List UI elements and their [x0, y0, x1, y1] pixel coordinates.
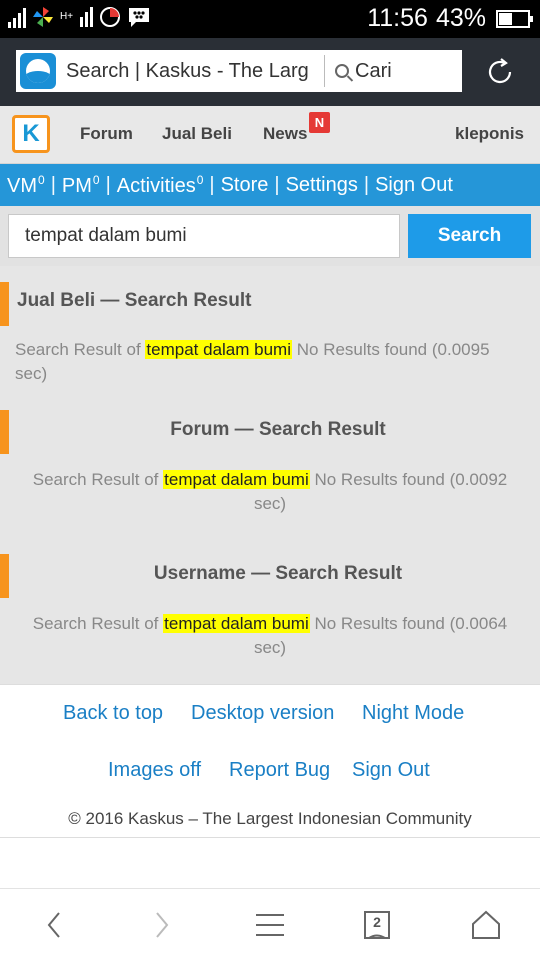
pm-link[interactable]: PM0: [62, 173, 100, 198]
result-title-username: Username — Search Result: [153, 563, 403, 584]
signal-strength-icon: [8, 6, 26, 28]
address-divider: [324, 55, 325, 87]
report-bug-link[interactable]: Report Bug: [229, 759, 330, 782]
separator: |: [105, 173, 111, 196]
battery-icon: [496, 9, 533, 28]
search-button[interactable]: Search: [408, 214, 531, 258]
result-title-jual-beli: Jual Beli — Search Result: [17, 290, 252, 311]
night-mode-link[interactable]: Night Mode: [362, 702, 464, 725]
back-arrow-icon[interactable]: [38, 909, 72, 941]
tab-count: 2: [373, 914, 381, 930]
status-icons-left: H+: [8, 6, 151, 28]
result-text-username: Search Result of tempat dalam bumi No Re…: [32, 614, 508, 657]
forward-arrow-icon[interactable]: [144, 909, 178, 941]
footer: Back to top Desktop version Night Mode I…: [0, 684, 540, 838]
signout-link[interactable]: Sign Out: [375, 174, 453, 197]
desktop-version-link[interactable]: Desktop version: [191, 702, 334, 725]
home-icon[interactable]: [469, 909, 503, 941]
query-highlight: tempat dalam bumi: [163, 470, 310, 489]
result-text-jual-beli: Search Result of tempat dalam bumi No Re…: [15, 340, 490, 383]
nav-forum[interactable]: Forum: [80, 124, 133, 144]
bbm-icon: [129, 8, 150, 27]
store-link[interactable]: Store: [221, 174, 269, 197]
menu-icon[interactable]: [253, 909, 287, 941]
telkomsel-icon: [100, 7, 121, 27]
result-title-forum: Forum — Search Result: [170, 419, 386, 440]
data-signal-icon: [80, 7, 94, 27]
vm-link[interactable]: VM0: [7, 173, 45, 198]
status-icons-right: 11:56 43%: [367, 4, 533, 33]
reload-icon[interactable]: [484, 56, 516, 88]
network-type-label: H+: [60, 11, 74, 22]
browser-bottom-nav: 2: [0, 888, 540, 960]
footer-signout-link[interactable]: Sign Out: [352, 759, 430, 782]
back-to-top-link[interactable]: Back to top: [63, 702, 163, 725]
user-menu-bar: VM0 | PM0 | Activities0 | Store | Settin…: [0, 164, 540, 206]
activities-link[interactable]: Activities0: [117, 173, 204, 198]
url-text[interactable]: Search | Kaskus - The Larg: [66, 60, 324, 83]
copyright-text: © 2016 Kaskus – The Largest Indonesian C…: [68, 809, 472, 828]
separator: |: [363, 173, 370, 196]
pinwheel-icon: [33, 7, 53, 27]
separator: |: [50, 173, 56, 196]
vm-count: 0: [38, 172, 45, 187]
search-input[interactable]: [8, 214, 400, 258]
query-highlight: tempat dalam bumi: [145, 340, 292, 359]
cari-label: Cari: [355, 59, 392, 82]
browser-toolbar: Search | Kaskus - The Larg Cari: [0, 38, 540, 106]
kaskus-nav: K Forum Jual Beli News N kleponis: [0, 106, 540, 164]
separator: |: [274, 173, 280, 196]
nav-username[interactable]: kleponis: [455, 124, 524, 144]
status-bar: H+ 11:56 43%: [0, 0, 540, 38]
search-results: Jual Beli — Search Result Search Result …: [0, 266, 540, 684]
news-badge: N: [309, 112, 330, 133]
images-off-link[interactable]: Images off: [108, 759, 201, 782]
search-icon: [335, 64, 349, 78]
separator: |: [209, 173, 215, 196]
nav-jual-beli[interactable]: Jual Beli: [162, 124, 232, 144]
battery-percent: 43%: [435, 4, 486, 32]
cari-search-button[interactable]: Cari: [335, 60, 392, 83]
query-highlight: tempat dalam bumi: [163, 614, 310, 633]
activities-count: 0: [196, 172, 204, 187]
clock: 11:56: [367, 4, 428, 32]
result-text-forum: Search Result of tempat dalam bumi No Re…: [32, 470, 508, 513]
search-row: Search: [0, 206, 540, 266]
section-marker: [0, 282, 9, 326]
site-favicon-icon: [20, 53, 56, 89]
kaskus-logo[interactable]: K: [12, 115, 50, 153]
settings-link[interactable]: Settings: [286, 174, 358, 197]
address-bar[interactable]: Search | Kaskus - The Larg Cari: [16, 50, 462, 92]
tabs-button[interactable]: 2: [361, 909, 395, 941]
pm-count: 0: [92, 172, 100, 187]
nav-news[interactable]: News: [263, 124, 307, 144]
